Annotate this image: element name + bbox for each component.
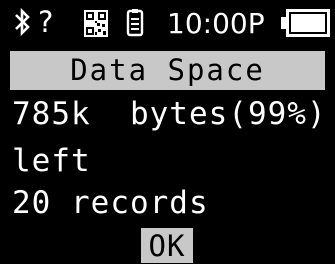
record-count-line: 20 records <box>12 185 209 221</box>
status-bar: ? 10:00P <box>0 0 335 46</box>
data-space-left-line: left <box>12 143 91 179</box>
status-time: 10:00P <box>167 7 265 40</box>
scanner-icon <box>126 9 144 37</box>
device-screen: ? 10:00P Data Space 785k bytes(99%) left… <box>0 0 335 263</box>
ok-button[interactable]: OK <box>141 228 193 263</box>
battery-icon <box>281 9 330 37</box>
qr-code-icon <box>84 10 108 37</box>
dialog-title: Data Space <box>10 51 325 90</box>
unknown-icon: ? <box>38 5 54 39</box>
data-space-bytes-line: 785k bytes(99%) <box>12 96 327 132</box>
bluetooth-icon <box>15 7 30 37</box>
